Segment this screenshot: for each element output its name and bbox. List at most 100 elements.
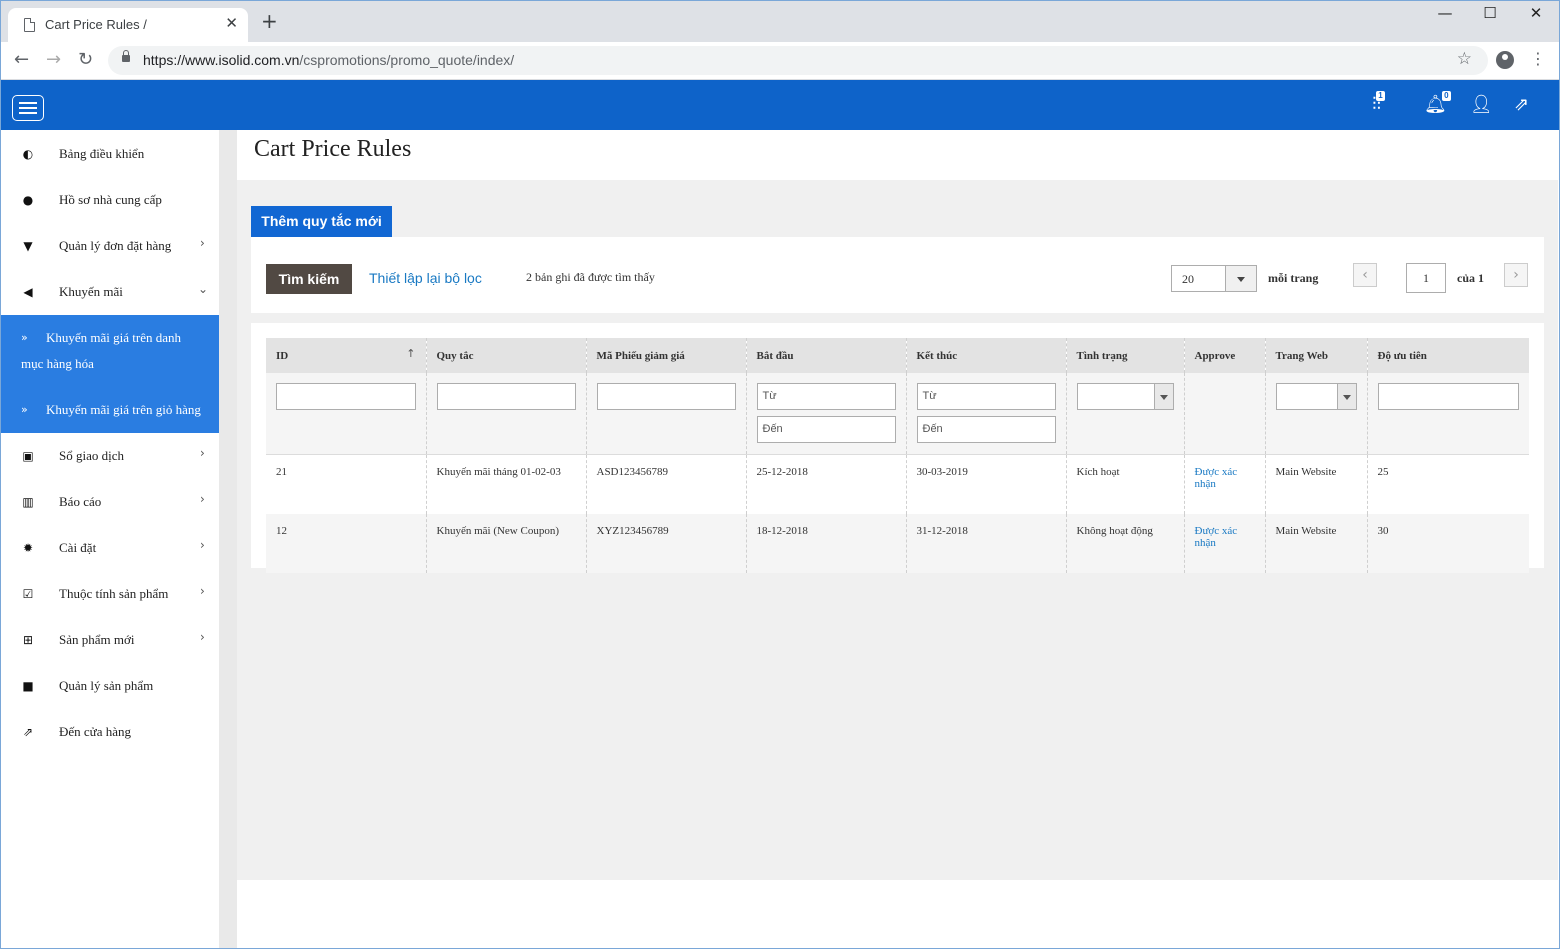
window-minimize-button[interactable]: — xyxy=(1430,4,1460,22)
column-header-approve[interactable]: Approve xyxy=(1184,338,1266,373)
filter-cell: Từ Đến xyxy=(906,373,1067,454)
filter-rule-input[interactable] xyxy=(436,383,576,410)
browser-menu-icon[interactable]: ⋮ xyxy=(1530,49,1546,68)
filter-priority-input[interactable] xyxy=(1377,383,1519,410)
reset-filter-link[interactable]: Thiết lập lại bộ lọc xyxy=(369,270,482,286)
column-header-coupon[interactable]: Mã Phiếu giảm giá xyxy=(586,338,747,373)
cell-approve: Được xác nhận xyxy=(1184,453,1266,514)
filter-coupon-input[interactable] xyxy=(596,383,736,410)
table-row[interactable]: 12 Khuyến mãi (New Coupon) XYZ123456789 … xyxy=(266,513,1529,573)
window-maximize-button[interactable]: ☐ xyxy=(1475,4,1505,22)
sidebar-item-label: Thuộc tính sản phẩm xyxy=(59,586,169,601)
user-profile-icon[interactable]: 👤︎ xyxy=(1470,96,1493,114)
filter-cell xyxy=(1367,373,1529,454)
cell-end: 30-03-2019 xyxy=(906,453,1067,514)
chevron-down-icon: ⌄ xyxy=(198,282,209,296)
caret-down-icon xyxy=(1237,276,1245,282)
previous-page-button[interactable]: ‹ xyxy=(1353,263,1377,287)
checkbox-icon: ☑ xyxy=(22,587,34,601)
table-row[interactable]: 21 Khuyến mãi tháng 01-02-03 ASD12345678… xyxy=(266,453,1529,514)
filter-end-to-input[interactable]: Đến xyxy=(916,416,1056,443)
filter-cell: Từ Đến xyxy=(746,373,907,454)
search-button[interactable]: Tìm kiếm xyxy=(266,264,352,294)
column-header-rule[interactable]: Quy tắc xyxy=(426,338,587,373)
cell-start: 25-12-2018 xyxy=(746,453,907,514)
submenu-item-cart-promotions[interactable]: » Khuyến mãi giá trên giỏ hàng xyxy=(0,395,219,425)
sidebar-item-product-attributes[interactable]: ☑ Thuộc tính sản phẩm › xyxy=(0,571,219,617)
filter-cell xyxy=(266,373,427,454)
approve-link[interactable]: Được xác nhận xyxy=(1195,525,1238,549)
column-header-end[interactable]: Kết thúc xyxy=(906,338,1067,373)
sidebar-item-orders[interactable]: ▼ Quản lý đơn đặt hàng › xyxy=(0,223,219,269)
add-new-rule-button[interactable]: Thêm quy tắc mới xyxy=(251,206,392,237)
chevron-right-icon: › xyxy=(200,630,205,644)
forward-arrow-icon[interactable]: → xyxy=(46,49,61,70)
grid-toolbar: Tìm kiếm Thiết lập lại bộ lọc 2 bản ghi … xyxy=(251,237,1544,313)
url-path: /cspromotions/promo_quote/index/ xyxy=(299,52,515,68)
sidebar-item-product-management[interactable]: ■ Quản lý sản phẩm xyxy=(0,663,219,709)
dropdown-button[interactable] xyxy=(1153,384,1173,409)
filter-id-input[interactable] xyxy=(276,383,416,410)
tab-close-icon[interactable]: ✕ xyxy=(225,14,238,32)
column-header-id[interactable]: ID ↑ xyxy=(266,338,427,373)
cell-rule: Khuyến mãi (New Coupon) xyxy=(426,513,587,573)
filter-start-from-input[interactable]: Từ xyxy=(756,383,896,410)
sidebar-item-supplier-profile[interactable]: ● Hồ sơ nhà cung cấp xyxy=(0,177,219,223)
cell-id: 21 xyxy=(266,453,427,514)
sidebar-item-label: Báo cáo xyxy=(59,494,102,509)
sidebar-item-new-product[interactable]: ⊞ Sản phẩm mới › xyxy=(0,617,219,663)
sidebar-item-label: Bảng điều khiển xyxy=(59,146,145,161)
sidebar-item-settings[interactable]: ✹ Cài đặt › xyxy=(0,525,219,571)
notification-badge: 0 xyxy=(1441,91,1451,101)
browser-tab[interactable]: Cart Price Rules / ✕ xyxy=(8,8,248,42)
approve-link[interactable]: Được xác nhận xyxy=(1195,466,1238,490)
sidebar-item-go-to-store[interactable]: ⇗ Đến cửa hàng xyxy=(0,709,219,755)
filter-end-from-input[interactable]: Từ xyxy=(916,383,1056,410)
user-icon: ● xyxy=(22,193,34,207)
sidebar-item-dashboard[interactable]: ◐ Bảng điều khiển xyxy=(0,131,219,177)
sidebar-item-label: Sổ giao dịch xyxy=(59,448,124,463)
submenu-item-label: Khuyến mãi giá trên danh mục hàng hóa xyxy=(21,330,182,371)
sidebar-item-transactions[interactable]: ▣ Sổ giao dịch › xyxy=(0,433,219,479)
column-header-status[interactable]: Tình trạng xyxy=(1066,338,1185,373)
page-icon xyxy=(24,18,35,32)
sidebar-item-reports[interactable]: ▥ Báo cáo › xyxy=(0,479,219,525)
column-header-priority[interactable]: Độ ưu tiên xyxy=(1367,338,1529,373)
bell-icon[interactable]: 🔔︎ 0 xyxy=(1424,91,1451,114)
current-page-input[interactable]: 1 xyxy=(1406,263,1446,293)
window-close-button[interactable]: ✕ xyxy=(1521,4,1551,22)
filter-website-select[interactable] xyxy=(1275,383,1357,410)
submenu-item-category-promotions[interactable]: » Khuyến mãi giá trên danh mục hàng hóa xyxy=(0,323,219,379)
cart-price-rules-grid: ID ↑ Quy tắc Mã Phiếu giảm giá Bắt đầu Kế… xyxy=(266,338,1529,573)
megaphone-icon: ◀ xyxy=(23,285,33,299)
reload-icon[interactable]: ↻ xyxy=(78,49,93,70)
caret-down-icon xyxy=(1342,394,1351,400)
bookmark-star-icon[interactable]: ☆ xyxy=(1457,49,1472,69)
column-header-label: Bắt đầu xyxy=(756,349,794,362)
cell-website: Main Website xyxy=(1265,453,1368,514)
settings-sliders-icon[interactable]: ⫶⫶ 1 xyxy=(1372,91,1385,114)
external-link-icon[interactable]: ⇗ xyxy=(1514,96,1529,114)
cell-coupon: XYZ123456789 xyxy=(586,513,747,573)
filter-start-to-input[interactable]: Đến xyxy=(756,416,896,443)
cell-id: 12 xyxy=(266,513,427,573)
per-page-dropdown-button[interactable] xyxy=(1225,266,1256,291)
menu-toggle-button[interactable] xyxy=(12,95,44,121)
filter-status-select[interactable] xyxy=(1076,383,1174,410)
tab-title: Cart Price Rules / xyxy=(45,17,147,32)
next-page-button[interactable]: › xyxy=(1504,263,1528,287)
address-bar[interactable]: https://www.isolid.com.vn/cspromotions/p… xyxy=(108,46,1488,75)
sidebar-item-promotions[interactable]: ◀ Khuyến mãi ⌄ xyxy=(0,269,219,315)
account-avatar-icon[interactable] xyxy=(1496,51,1514,69)
new-tab-button[interactable]: + xyxy=(261,11,278,31)
sidebar-item-label: Quản lý đơn đặt hàng xyxy=(59,238,172,253)
filter-cell xyxy=(1265,373,1368,454)
per-page-select[interactable]: 20 xyxy=(1171,265,1257,292)
page-of-label: của 1 xyxy=(1457,271,1484,285)
app-header: ⫶⫶ 1 🔔︎ 0 👤︎ ⇗ xyxy=(0,80,1560,130)
column-header-website[interactable]: Trang Web xyxy=(1265,338,1368,373)
url-host: https://www.isolid.com.vn xyxy=(143,52,300,68)
dropdown-button[interactable] xyxy=(1336,384,1356,409)
back-arrow-icon[interactable]: ← xyxy=(14,49,29,70)
column-header-start[interactable]: Bắt đầu xyxy=(746,338,907,373)
